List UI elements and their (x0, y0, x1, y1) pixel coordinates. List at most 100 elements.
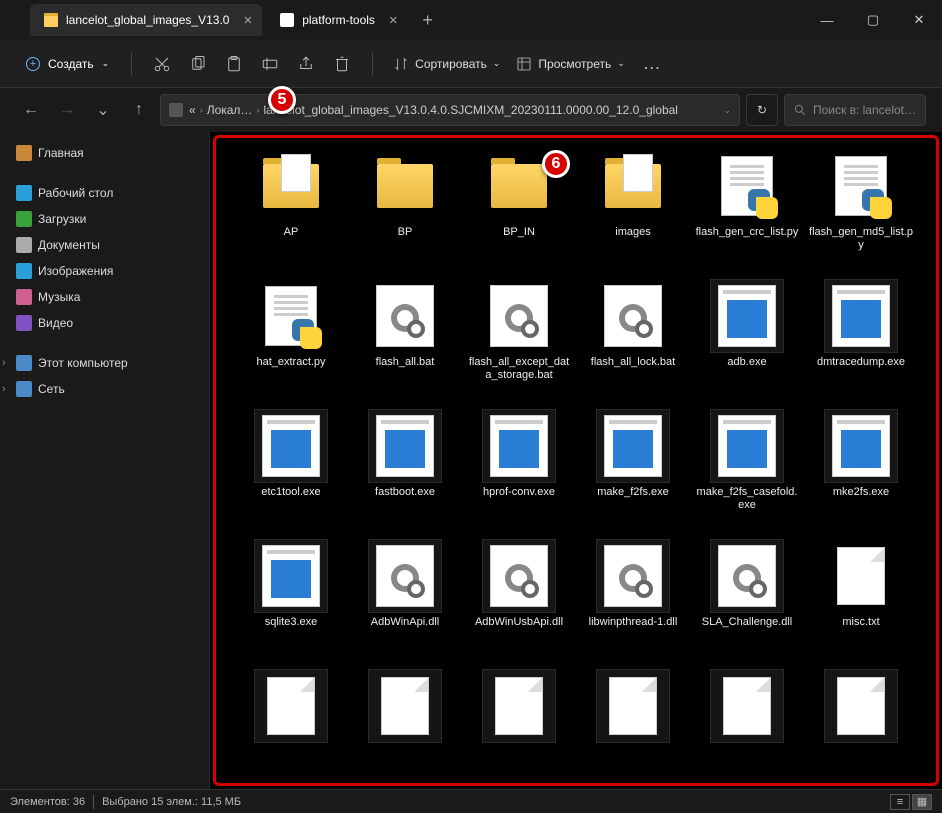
file-item[interactable]: AdbWinUsbApi.dll (464, 540, 574, 642)
sort-button[interactable]: Сортировать ⌄ (393, 56, 500, 72)
view-button[interactable]: Просмотреть ⌄ (516, 56, 624, 72)
file-item[interactable]: sqlite3.exe (236, 540, 346, 642)
file-item[interactable] (692, 670, 802, 772)
file-item[interactable]: fastboot.exe (350, 410, 460, 512)
sidebar-label: Загрузки (38, 212, 86, 226)
create-button[interactable]: + Создать ⌄ (16, 53, 119, 75)
forward-button[interactable]: → (52, 95, 82, 125)
file-label: dmtracedump.exe (817, 356, 905, 382)
file-item[interactable] (464, 670, 574, 772)
file-item[interactable]: BP (350, 150, 460, 252)
close-icon[interactable]: × (243, 12, 252, 29)
file-item[interactable]: flash_all_except_data_storage.bat (464, 280, 574, 382)
file-thumb (825, 410, 897, 482)
file-item[interactable] (806, 670, 916, 772)
search-input[interactable]: Поиск в: lancelot… (784, 94, 926, 126)
chevron-down-icon[interactable]: ⌄ (723, 105, 731, 116)
refresh-button[interactable]: ↻ (746, 94, 778, 126)
pictures-icon (16, 263, 32, 279)
sidebar-item-downloads[interactable]: Загрузки (0, 206, 209, 232)
sidebar-item-documents[interactable]: Документы (0, 232, 209, 258)
sort-label: Сортировать (415, 57, 487, 71)
file-item[interactable]: hprof-conv.exe (464, 410, 574, 512)
minimize-button[interactable]: — (804, 0, 850, 40)
file-item[interactable]: hat_extract.py (236, 280, 346, 382)
sidebar-item-desktop[interactable]: Рабочий стол (0, 180, 209, 206)
wrench-icon (280, 13, 294, 27)
back-button[interactable]: ← (16, 95, 46, 125)
up-button[interactable]: ↑ (124, 95, 154, 125)
file-item[interactable]: flash_all.bat (350, 280, 460, 382)
downloads-icon (16, 211, 32, 227)
file-grid: APBPBP_INimagesflash_gen_crc_list.pyflas… (210, 132, 942, 789)
file-label: etc1tool.exe (261, 486, 320, 512)
file-thumb (483, 670, 555, 742)
expand-icon[interactable]: › (2, 383, 6, 395)
sidebar-item-pictures[interactable]: Изображения (0, 258, 209, 284)
new-tab-button[interactable]: + (412, 10, 444, 31)
videos-icon (16, 315, 32, 331)
cut-button[interactable] (144, 48, 180, 80)
recent-button[interactable]: ⌄ (88, 95, 118, 125)
file-thumb (825, 540, 897, 612)
separator (131, 52, 132, 76)
file-item[interactable]: mke2fs.exe (806, 410, 916, 512)
delete-button[interactable] (324, 48, 360, 80)
file-item[interactable]: flash_gen_crc_list.py (692, 150, 802, 252)
close-icon[interactable]: × (389, 12, 398, 29)
file-item[interactable]: flash_all_lock.bat (578, 280, 688, 382)
file-item[interactable]: make_f2fs_casefold.exe (692, 410, 802, 512)
status-bar: Элементов: 36 Выбрано 15 элем.: 11,5 МБ … (0, 789, 942, 813)
file-item[interactable]: flash_gen_md5_list.py (806, 150, 916, 252)
more-button[interactable]: … (633, 53, 673, 74)
status-selection: Выбрано 15 элем.: 11,5 МБ (102, 796, 241, 808)
tab-inactive[interactable]: platform-tools × (266, 4, 407, 36)
sidebar-item-home[interactable]: Главная (0, 140, 209, 166)
file-label: make_f2fs_casefold.exe (695, 486, 799, 512)
file-item[interactable]: images (578, 150, 688, 252)
breadcrumb-parent[interactable]: Локал… (207, 103, 253, 117)
sidebar-item-thispc[interactable]: ›Этот компьютер (0, 350, 209, 376)
file-thumb (597, 670, 669, 742)
file-label: SLA_Challenge.dll (702, 616, 793, 642)
file-item[interactable]: make_f2fs.exe (578, 410, 688, 512)
breadcrumb-current[interactable]: lancelot_global_images_V13.0.4.0.SJCMIXM… (263, 103, 678, 117)
file-thumb (825, 150, 897, 222)
file-thumb (255, 280, 327, 352)
file-item[interactable]: adb.exe (692, 280, 802, 382)
plus-icon: + (26, 57, 40, 71)
sidebar-item-network[interactable]: ›Сеть (0, 376, 209, 402)
copy-button[interactable] (180, 48, 216, 80)
icons-view-button[interactable]: ▦ (912, 794, 932, 810)
tab-active[interactable]: lancelot_global_images_V13.0 × (30, 4, 262, 36)
file-item[interactable]: AP (236, 150, 346, 252)
chevron-down-icon: ⌄ (102, 58, 110, 69)
file-item[interactable]: misc.txt (806, 540, 916, 642)
close-window-button[interactable]: ✕ (896, 0, 942, 40)
file-item[interactable] (578, 670, 688, 772)
sidebar-label: Музыка (38, 290, 80, 304)
sidebar-item-videos[interactable]: Видео (0, 310, 209, 336)
maximize-button[interactable]: ▢ (850, 0, 896, 40)
chevron-down-icon: ⌄ (493, 58, 501, 69)
file-item[interactable]: etc1tool.exe (236, 410, 346, 512)
file-item[interactable]: dmtracedump.exe (806, 280, 916, 382)
file-item[interactable] (236, 670, 346, 772)
file-item[interactable]: libwinpthread-1.dll (578, 540, 688, 642)
file-item[interactable] (350, 670, 460, 772)
file-thumb (369, 280, 441, 352)
annotation-callout-6: 6 (542, 150, 570, 178)
file-item[interactable]: AdbWinApi.dll (350, 540, 460, 642)
file-pane[interactable]: APBPBP_INimagesflash_gen_crc_list.pyflas… (210, 132, 942, 789)
paste-button[interactable] (216, 48, 252, 80)
address-bar[interactable]: «› Локал… › lancelot_global_images_V13.0… (160, 94, 740, 126)
file-item[interactable]: SLA_Challenge.dll (692, 540, 802, 642)
expand-icon[interactable]: › (2, 357, 6, 369)
file-thumb (255, 410, 327, 482)
file-thumb (483, 540, 555, 612)
rename-button[interactable] (252, 48, 288, 80)
tab-active-label: lancelot_global_images_V13.0 (66, 13, 229, 27)
details-view-button[interactable]: ≡ (890, 794, 910, 810)
share-button[interactable] (288, 48, 324, 80)
sidebar-item-music[interactable]: Музыка (0, 284, 209, 310)
